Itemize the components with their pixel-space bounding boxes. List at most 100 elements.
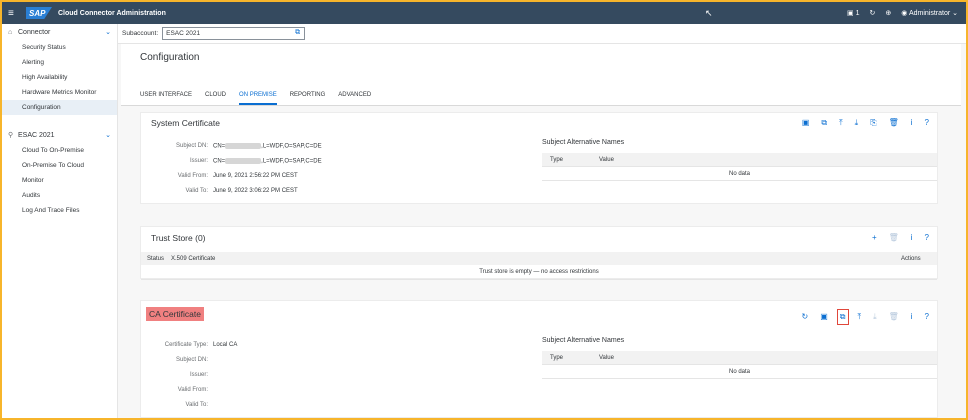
field-value-part: ,L=WDF,O=SAP,C=DE xyxy=(261,158,322,165)
chevron-down-icon: ⌄ xyxy=(105,132,111,139)
help-icon[interactable]: ? xyxy=(925,118,929,128)
ca-certificate-label: CA Certificate xyxy=(146,307,204,321)
info-icon[interactable]: i xyxy=(911,118,913,128)
field-valid-from: Valid From: June 9, 2021 2:56:22 PM CEST xyxy=(141,173,298,179)
sidebar-item-log-and-trace[interactable]: Log And Trace Files xyxy=(2,203,117,218)
sidebar-item-monitor[interactable]: Monitor xyxy=(2,173,117,188)
delete-icon[interactable]: 🗑 xyxy=(889,233,899,242)
sidebar: ⌂ Connector ⌄ Security Status Alerting H… xyxy=(2,24,118,418)
generate-certificate-icon[interactable]: ⧉ xyxy=(836,309,849,325)
home-icon: ⌂ xyxy=(8,28,13,36)
ca-field-issuer: Issuer: xyxy=(141,372,213,378)
notifications-button[interactable]: ▣ 1 xyxy=(847,9,859,17)
field-value-part: CN= xyxy=(213,143,226,150)
field-value: June 9, 2021 2:56:22 PM CEST xyxy=(213,173,298,179)
ca-field-subject-dn: Subject DN: xyxy=(141,357,213,363)
no-data-text: No data xyxy=(542,365,937,379)
column-header-value: Value xyxy=(599,156,614,163)
upload-icon[interactable]: ⤒ xyxy=(858,312,862,322)
user-icon: ◉ xyxy=(901,10,908,17)
notification-count: 1 xyxy=(855,10,860,17)
system-certificate-panel: System Certificate ▣ ⧉ ⤒ ⤓ ⎘ 🗑 i ? Subje… xyxy=(140,112,938,204)
ca-certificate-toolbar: ↻ ▣ ⧉ ⤒ ⤓ 🗑 i ? xyxy=(802,309,929,325)
tab-reporting[interactable]: REPORTING xyxy=(290,92,326,105)
notification-icon: ▣ xyxy=(847,10,854,17)
sidebar-group-subaccount[interactable]: ⚲ ESAC 2021 ⌄ xyxy=(2,127,117,143)
sidebar-item-alerting[interactable]: Alerting xyxy=(2,55,117,70)
trust-store-panel: Trust Store (0) + 🗑 i ? Status X.509 Cer… xyxy=(140,226,938,280)
delete-icon[interactable]: 🗑 xyxy=(889,312,899,322)
ca-certificate-panel: CA Certificate ↻ ▣ ⧉ ⤒ ⤓ 🗑 i ? Certifica… xyxy=(140,300,938,418)
tab-advanced[interactable]: ADVANCED xyxy=(338,92,371,105)
tab-divider xyxy=(121,105,961,106)
field-label: Valid From: xyxy=(177,173,208,179)
sidebar-item-audits[interactable]: Audits xyxy=(2,188,117,203)
sap-logo: SAP xyxy=(26,7,52,19)
mouse-cursor-icon: ↖ xyxy=(705,8,713,18)
ca-field-valid-from: Valid From: xyxy=(141,387,213,393)
value-help-icon[interactable]: ⧉ xyxy=(295,29,300,37)
field-label: Subject DN: xyxy=(175,143,208,149)
field-label: Valid To: xyxy=(185,402,208,408)
edit-certificate-icon[interactable]: ⧉ xyxy=(821,118,827,128)
help-icon[interactable]: ? xyxy=(925,312,929,322)
info-icon[interactable]: i xyxy=(911,233,913,242)
trust-store-toolbar: + 🗑 i ? xyxy=(872,233,929,242)
ca-field-valid-to: Valid To: xyxy=(141,402,213,408)
tab-on-premise[interactable]: ON PREMISE xyxy=(239,92,277,105)
shell-bar: ≡ SAP Cloud Connector Administration ▣ 1… xyxy=(2,2,966,24)
sidebar-item-on-premise-to-cloud[interactable]: On-Premise To Cloud xyxy=(2,158,117,173)
refresh-icon[interactable]: ↻ xyxy=(870,9,876,17)
field-value: CN= ,L=WDF,O=SAP,C=DE xyxy=(213,158,322,165)
san-title: Subject Alternative Names xyxy=(542,139,625,146)
sidebar-item-hardware-metrics[interactable]: Hardware Metrics Monitor xyxy=(2,85,117,100)
ca-certificate-title: CA Certificate xyxy=(146,307,204,321)
sidebar-item-security-status[interactable]: Security Status xyxy=(2,40,117,55)
tab-cloud[interactable]: CLOUD xyxy=(205,92,226,105)
sidebar-group-connector[interactable]: ⌂ Connector ⌄ xyxy=(2,24,117,40)
field-label: Issuer: xyxy=(189,158,208,164)
page-header: Configuration USER INTERFACE CLOUD ON PR… xyxy=(121,44,961,106)
download-icon[interactable]: ⤓ xyxy=(855,118,859,128)
sidebar-group-label: ESAC 2021 xyxy=(18,131,55,139)
app-title: Cloud Connector Administration xyxy=(58,9,166,17)
refresh-icon[interactable]: ↻ xyxy=(802,312,809,322)
user-menu[interactable]: ◉ Administrator ⌄ xyxy=(901,9,958,17)
field-subject-dn: Subject DN: CN= ,L=WDF,O=SAP,C=DE xyxy=(141,143,322,150)
subaccount-label: Subaccount: xyxy=(122,30,159,37)
tab-user-interface[interactable]: USER INTERFACE xyxy=(140,92,192,105)
trust-store-label: Trust Store xyxy=(151,233,193,243)
column-header-actions: Actions xyxy=(901,255,921,262)
field-value-part: ,L=WDF,O=SAP,C=DE xyxy=(261,143,322,150)
logout-icon[interactable]: ⊕ xyxy=(885,9,891,17)
view-certificate-icon[interactable]: ▣ xyxy=(820,312,828,322)
trust-store-count: (0) xyxy=(195,233,206,243)
sidebar-item-high-availability[interactable]: High Availability xyxy=(2,70,117,85)
app-frame: ≡ SAP Cloud Connector Administration ▣ 1… xyxy=(2,2,966,418)
system-certificate-toolbar: ▣ ⧉ ⤒ ⤓ ⎘ 🗑 i ? xyxy=(802,118,929,128)
column-header-type: Type xyxy=(550,156,564,163)
info-icon[interactable]: i xyxy=(911,312,913,322)
column-header-certificate: X.509 Certificate xyxy=(171,255,216,262)
sidebar-item-configuration[interactable]: Configuration xyxy=(2,100,117,115)
download-icon[interactable]: ⤓ xyxy=(873,312,877,322)
field-label: Issuer: xyxy=(189,372,208,378)
ca-san-table: Subject Alternative Names Type Value No … xyxy=(542,337,937,379)
subaccount-input[interactable]: ESAC 2021 ⧉ xyxy=(162,27,306,40)
field-issuer: Issuer: CN= ,L=WDF,O=SAP,C=DE xyxy=(141,158,322,165)
delete-icon[interactable]: 🗑 xyxy=(889,118,899,128)
copy-icon[interactable]: ⎘ xyxy=(870,118,876,128)
page-title: Configuration xyxy=(140,52,200,63)
subaccount-icon: ⚲ xyxy=(8,132,14,139)
san-table: Subject Alternative Names Type Value No … xyxy=(542,139,937,181)
redaction xyxy=(225,158,262,164)
upload-icon[interactable]: ⤒ xyxy=(839,118,843,128)
menu-icon[interactable]: ≡ xyxy=(8,8,22,19)
column-header-value: Value xyxy=(599,354,614,361)
sidebar-item-cloud-to-on-premise[interactable]: Cloud To On-Premise xyxy=(2,143,117,158)
chevron-down-icon: ⌄ xyxy=(952,10,958,17)
help-icon[interactable]: ? xyxy=(925,233,929,242)
add-icon[interactable]: + xyxy=(872,233,877,242)
san-header-row: Type Value xyxy=(542,153,937,167)
view-certificate-icon[interactable]: ▣ xyxy=(802,118,810,128)
